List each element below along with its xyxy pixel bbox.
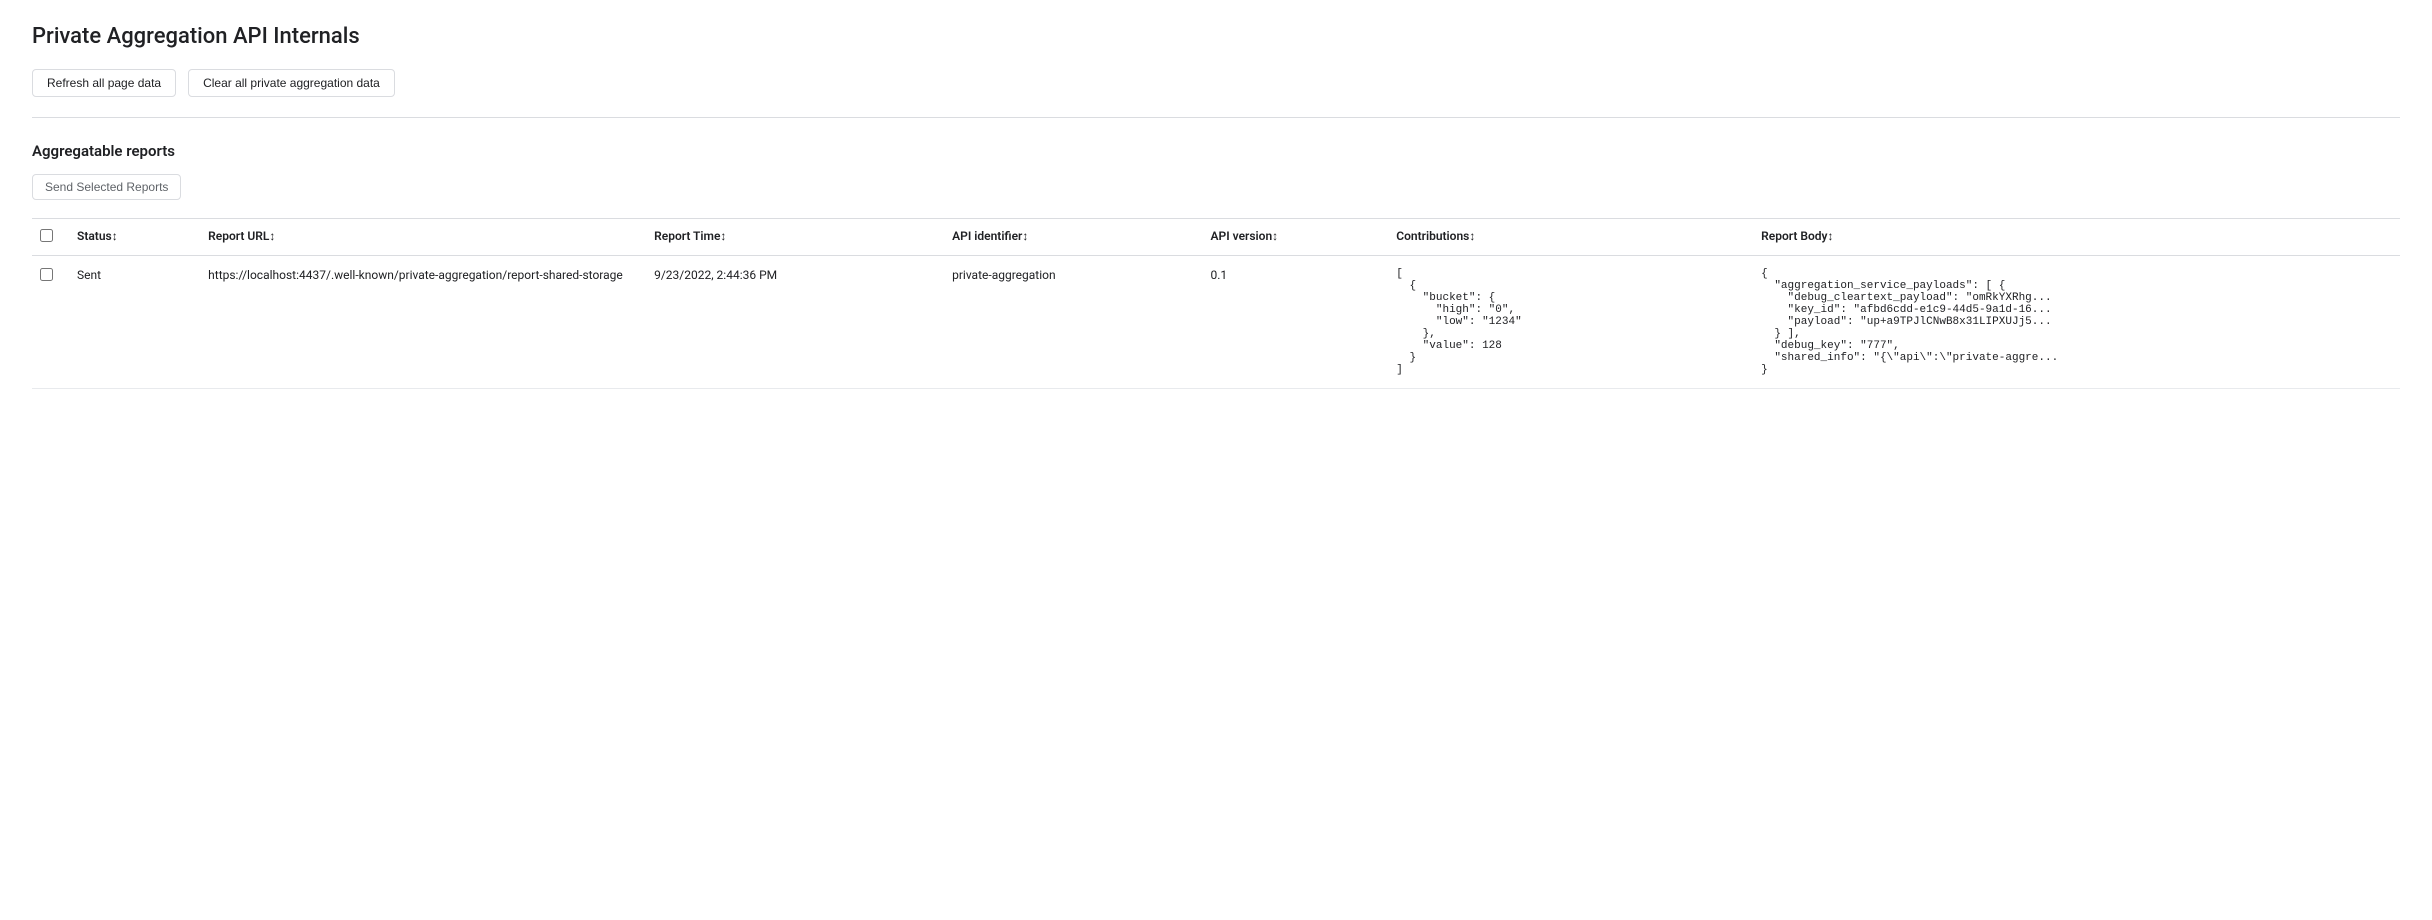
header-contributions: Contributions↕ bbox=[1384, 219, 1749, 256]
header-report-body: Report Body↕ bbox=[1749, 219, 2400, 256]
header-api-identifier: API identifier↕ bbox=[940, 219, 1198, 256]
header-checkbox bbox=[32, 219, 65, 256]
header-api-version: API version↕ bbox=[1199, 219, 1385, 256]
row-checkbox[interactable] bbox=[40, 268, 53, 281]
cell-report-body: { "aggregation_service_payloads": [ { "d… bbox=[1749, 256, 2400, 389]
cell-report-time: 9/23/2022, 2:44:36 PM bbox=[642, 256, 940, 389]
table-row: Senthttps://localhost:4437/.well-known/p… bbox=[32, 256, 2400, 389]
refresh-button[interactable]: Refresh all page data bbox=[32, 69, 176, 97]
cell-api-identifier: private-aggregation bbox=[940, 256, 1198, 389]
header-report-time: Report Time↕ bbox=[642, 219, 940, 256]
header-status: Status↕ bbox=[65, 219, 196, 256]
select-all-checkbox[interactable] bbox=[40, 229, 53, 242]
page-title: Private Aggregation API Internals bbox=[32, 24, 2400, 49]
top-buttons: Refresh all page data Clear all private … bbox=[32, 69, 2400, 97]
cell-status: Sent bbox=[65, 256, 196, 389]
header-report-url: Report URL↕ bbox=[196, 219, 642, 256]
cell-api-version: 0.1 bbox=[1199, 256, 1385, 389]
divider bbox=[32, 117, 2400, 118]
table-header-row: Status↕ Report URL↕ Report Time↕ API ide… bbox=[32, 219, 2400, 256]
reports-table: Status↕ Report URL↕ Report Time↕ API ide… bbox=[32, 218, 2400, 389]
send-selected-reports-button[interactable]: Send Selected Reports bbox=[32, 174, 181, 200]
cell-contributions: [ { "bucket": { "high": "0", "low": "123… bbox=[1384, 256, 1749, 389]
cell-report-url: https://localhost:4437/.well-known/priva… bbox=[196, 256, 642, 389]
clear-button[interactable]: Clear all private aggregation data bbox=[188, 69, 395, 97]
section-title: Aggregatable reports bbox=[32, 142, 2400, 160]
